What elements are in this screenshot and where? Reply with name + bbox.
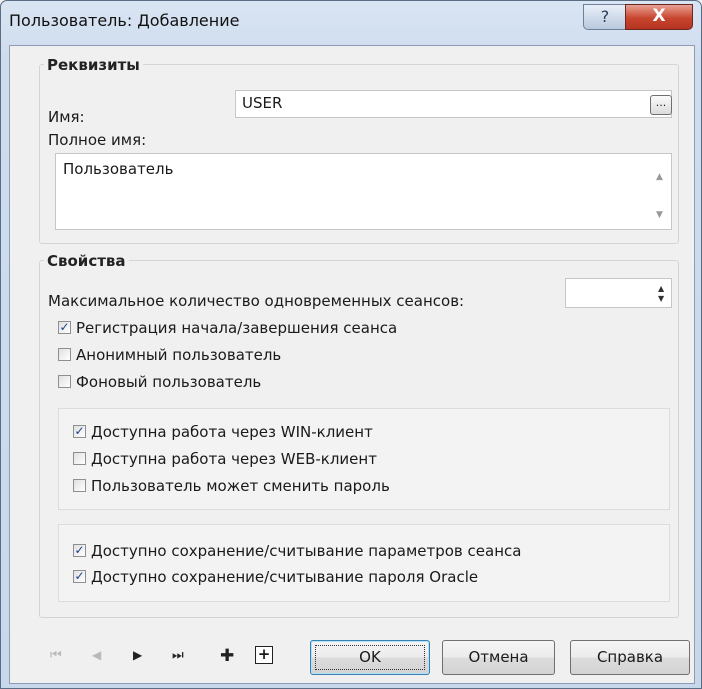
checkbox-label: Доступно сохранение/считывание пароля Or… xyxy=(91,568,479,586)
dialog-window: Пользователь: Добавление ? X Реквизиты И… xyxy=(0,0,702,689)
requisites-group-title: Реквизиты xyxy=(44,56,143,74)
add-record-icon[interactable]: ✚ xyxy=(220,646,234,666)
fullname-label: Полное имя: xyxy=(48,131,147,149)
checkbox-box[interactable]: ✓ xyxy=(73,544,86,557)
focus-rect xyxy=(315,645,425,670)
checkbox-label: Анонимный пользователь xyxy=(76,346,282,364)
properties-group-title: Свойства xyxy=(44,252,129,270)
last-record-icon[interactable]: ⏭ xyxy=(172,648,184,663)
fullname-textarea[interactable]: Пользователь ▲ ▼ xyxy=(55,153,672,230)
name-select-button[interactable]: ... xyxy=(650,95,672,115)
name-input-value: USER xyxy=(242,94,283,112)
help-button[interactable]: Справка xyxy=(570,640,690,675)
window-title: Пользователь: Добавление xyxy=(9,11,240,30)
fullname-value: Пользователь xyxy=(63,160,174,178)
spin-up-arrow[interactable]: ▲ xyxy=(658,285,664,293)
dialog-client-area: Реквизиты Имя: USER ... Полное имя: Поль… xyxy=(9,45,695,684)
checkbox-label: Доступна работа через WEB-клиент xyxy=(91,450,377,468)
checkbox-label: Доступна работа через WIN-клиент xyxy=(91,423,373,441)
next-record-icon[interactable]: ▶ xyxy=(133,648,142,662)
checkbox-box[interactable]: ✓ xyxy=(73,570,86,583)
checkbox-box[interactable] xyxy=(73,452,86,465)
close-button[interactable]: X xyxy=(625,4,693,30)
ok-button[interactable]: OK xyxy=(310,640,430,675)
help-title-button[interactable]: ? xyxy=(583,4,627,30)
name-input[interactable]: USER ... xyxy=(235,90,672,118)
checkbox-box[interactable] xyxy=(58,375,71,388)
add-copy-record-icon[interactable]: + xyxy=(255,646,273,664)
scroll-up-arrow[interactable]: ▲ xyxy=(656,172,663,182)
save-options-panel xyxy=(58,524,670,602)
max-sessions-spinner[interactable]: ▲ ▼ xyxy=(565,278,672,308)
first-record-icon[interactable]: ⏮ xyxy=(50,648,62,663)
checkbox-label: Регистрация начала/завершения сеанса xyxy=(76,319,398,337)
spin-down-arrow[interactable]: ▼ xyxy=(658,295,664,303)
checkbox-label: Доступно сохранение/считывание параметро… xyxy=(91,542,522,560)
checkbox-label: Пользователь может сменить пароль xyxy=(91,477,390,495)
scroll-down-arrow[interactable]: ▼ xyxy=(656,210,663,220)
checkbox-box[interactable]: ✓ xyxy=(73,425,86,438)
checkbox-box[interactable]: ✓ xyxy=(58,321,71,334)
checkbox-label: Фоновый пользователь xyxy=(76,373,262,391)
title-bar[interactable]: Пользователь: Добавление ? X xyxy=(1,1,701,45)
checkbox-box[interactable] xyxy=(58,348,71,361)
prev-record-icon[interactable]: ◀ xyxy=(92,648,101,662)
checkbox-box[interactable] xyxy=(73,479,86,492)
max-sessions-label: Максимальное количество одновременных се… xyxy=(48,292,465,310)
name-label: Имя: xyxy=(48,108,85,126)
cancel-button[interactable]: Отмена xyxy=(442,640,555,675)
